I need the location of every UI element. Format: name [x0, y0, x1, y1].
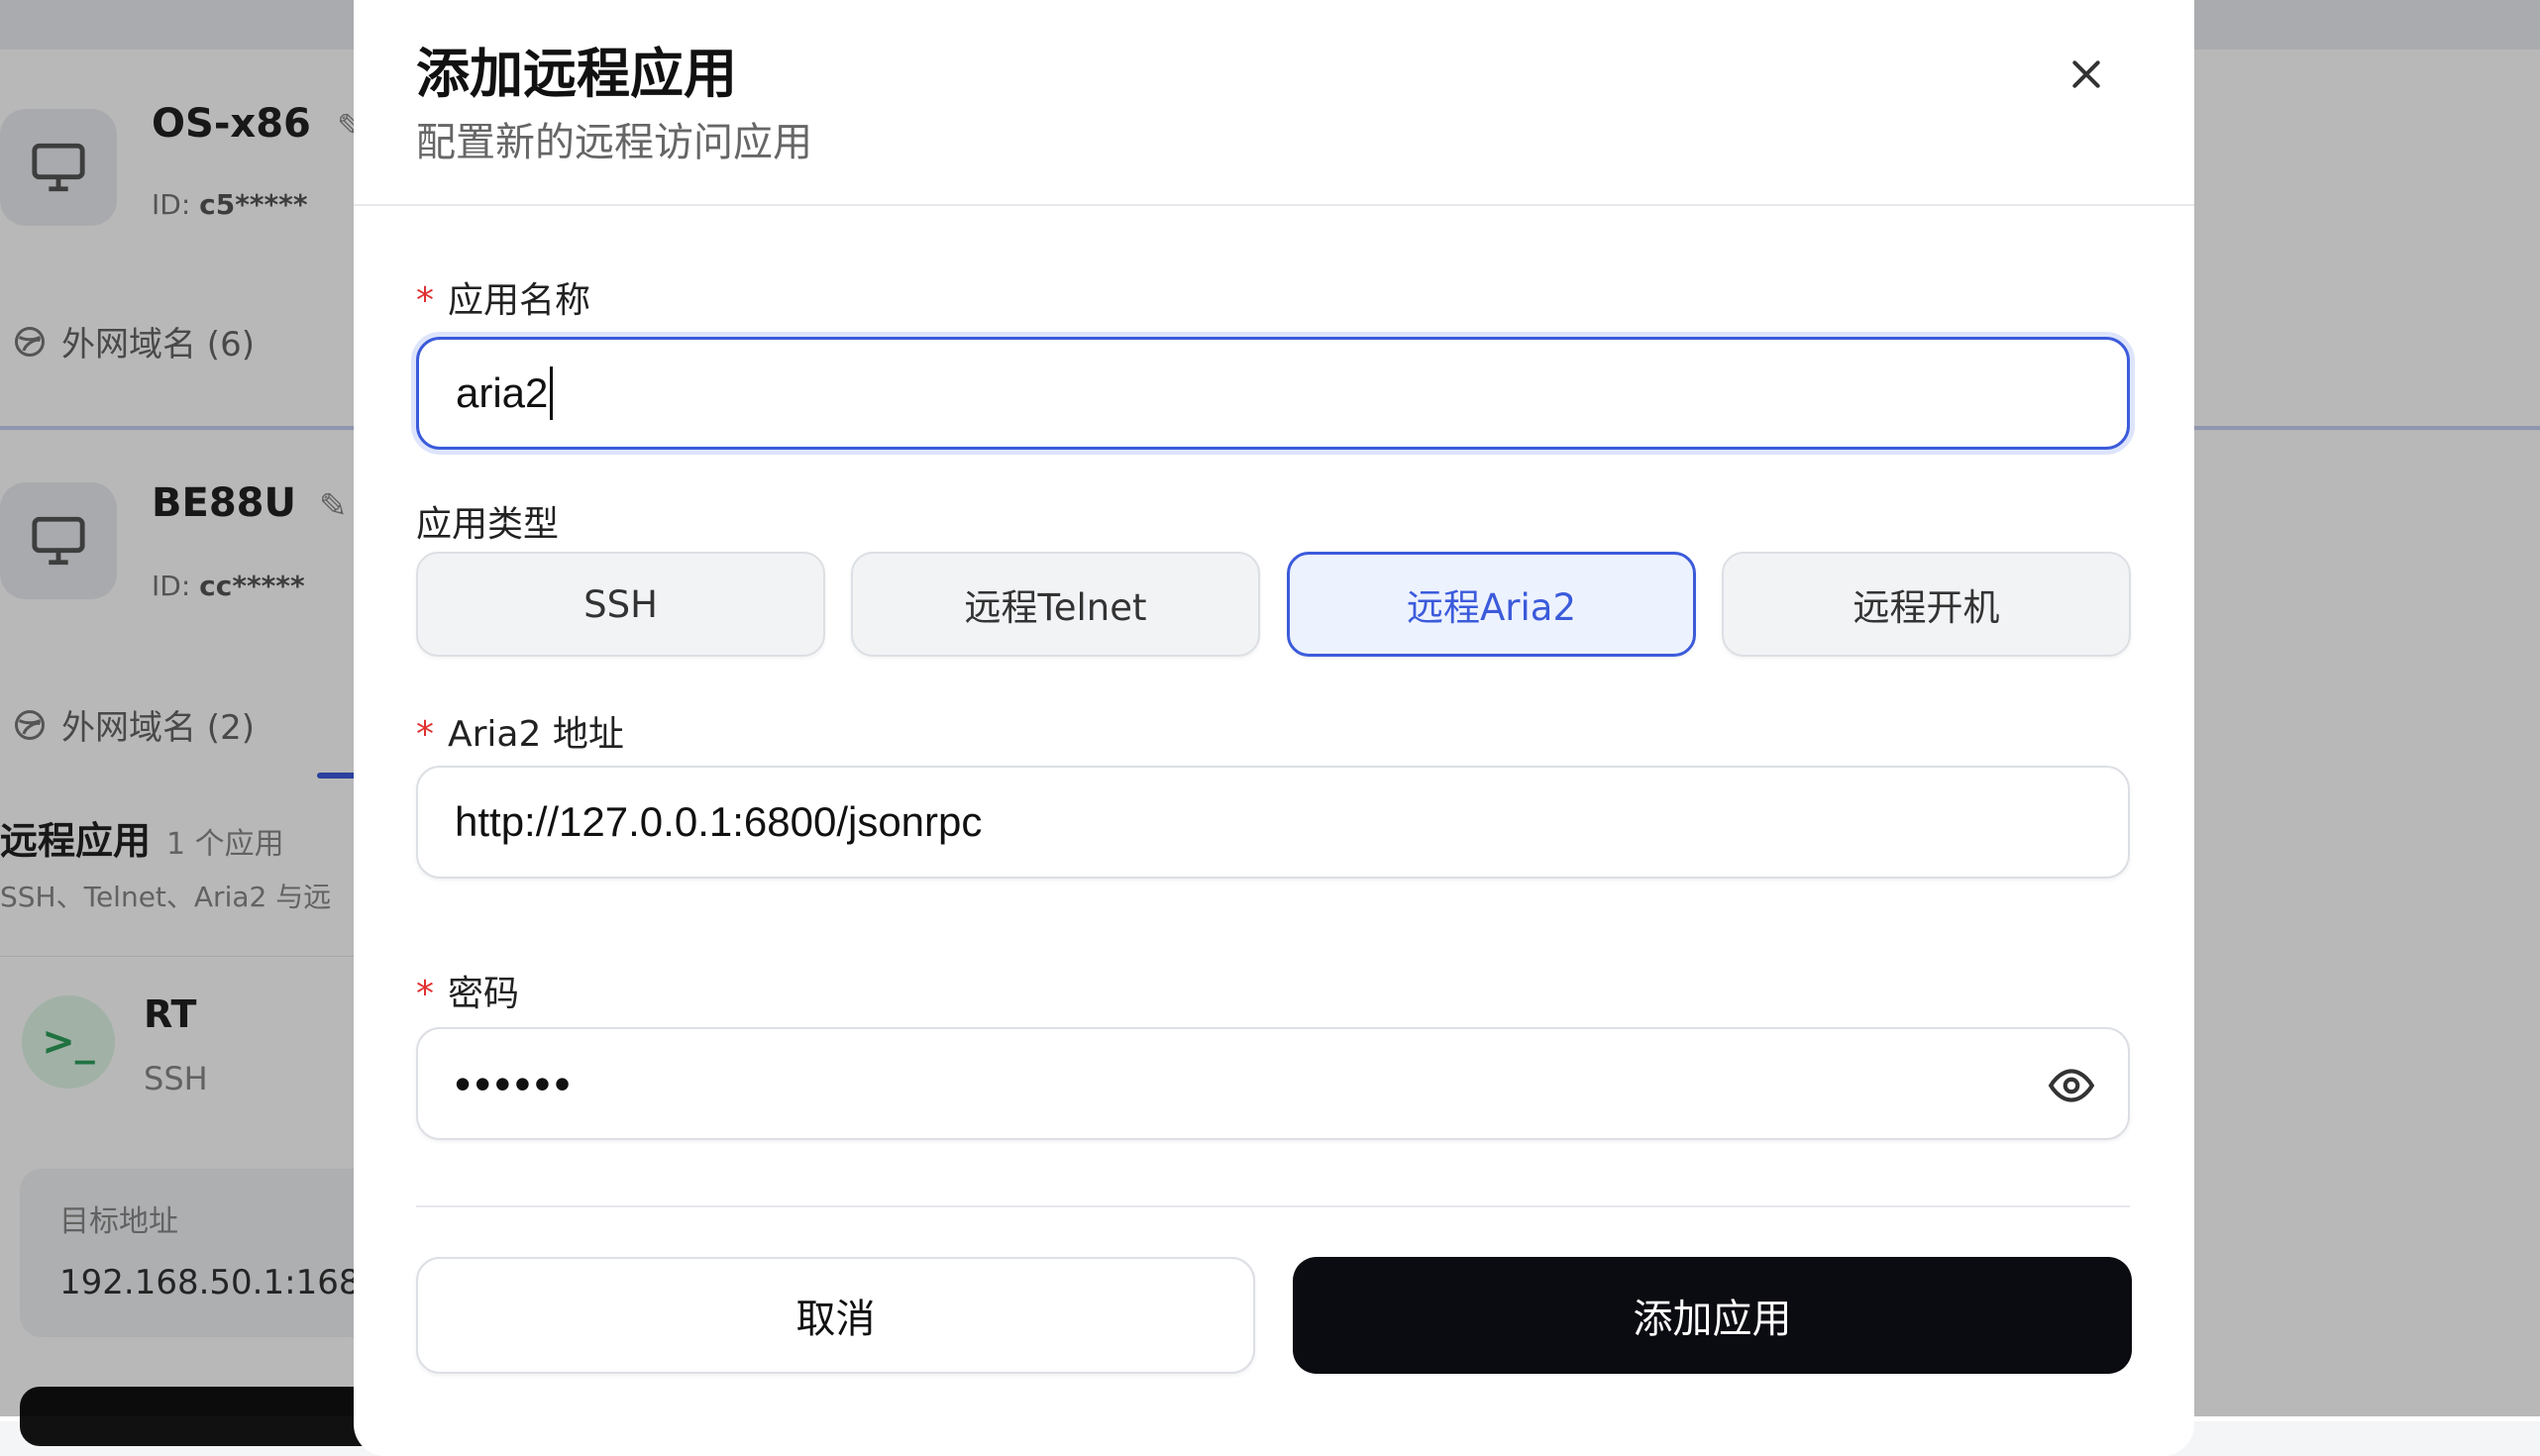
app-type-label: 应用类型 [416, 504, 560, 545]
cancel-button[interactable]: 取消 [416, 1257, 1255, 1374]
close-icon [2072, 60, 2100, 88]
aria2-address-input[interactable]: http://127.0.0.1:6800/jsonrpc [416, 766, 2130, 879]
eye-icon[interactable] [2047, 1061, 2096, 1110]
footer-divider [416, 1205, 2130, 1207]
type-option-wake-on-lan[interactable]: 远程开机 [1722, 552, 2131, 657]
close-button[interactable] [2050, 38, 2123, 111]
app-name-label: * 应用名称 [416, 280, 591, 321]
dialog-subtitle: 配置新的远程访问应用 [416, 120, 812, 165]
text-caret [550, 366, 554, 420]
app-name-input[interactable]: aria2 [416, 337, 2130, 450]
password-label: * 密码 [416, 974, 520, 1014]
required-mark: * [416, 280, 434, 321]
password-masked-value: •••••• [455, 1058, 575, 1109]
type-option-aria2[interactable]: 远程Aria2 [1287, 552, 1696, 657]
add-remote-app-dialog: 添加远程应用 配置新的远程访问应用 * 应用名称 aria2 应用类型 SSH 远… [354, 0, 2194, 1456]
dialog-title: 添加远程应用 [416, 43, 737, 105]
header-divider [354, 204, 2194, 206]
app-name-value: aria2 [456, 369, 549, 416]
add-app-button[interactable]: 添加应用 [1293, 1257, 2132, 1374]
password-input[interactable]: •••••• [416, 1027, 2130, 1140]
required-mark: * [416, 974, 434, 1014]
required-mark: * [416, 714, 434, 755]
aria2-address-label: * Aria2 地址 [416, 714, 624, 755]
type-option-telnet[interactable]: 远程Telnet [851, 552, 1260, 657]
type-option-ssh[interactable]: SSH [416, 552, 825, 657]
aria2-address-value: http://127.0.0.1:6800/jsonrpc [455, 798, 983, 845]
